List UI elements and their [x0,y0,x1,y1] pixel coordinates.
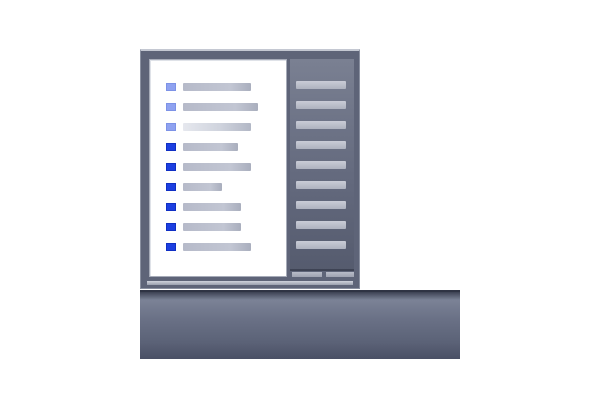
list-item-label [183,243,251,251]
power-options-button[interactable] [326,272,354,277]
places-item[interactable] [296,141,346,149]
list-item-label [183,203,241,211]
folder-icon [166,83,176,91]
folder-icon [166,103,176,111]
list-item-label [183,183,222,191]
folder-icon [166,243,176,251]
power-button[interactable] [292,272,322,277]
places-item[interactable] [296,81,346,89]
left-pane-list [149,59,287,277]
search-strip[interactable] [147,281,353,285]
folder-icon [166,203,176,211]
list-item-label [183,143,238,151]
places-item[interactable] [296,181,346,189]
places-item[interactable] [296,121,346,129]
folder-icon [166,143,176,151]
list-item-label [183,223,241,231]
places-item[interactable] [296,161,346,169]
list-item-label [183,83,251,91]
right-pane-places [290,59,354,271]
app-window [140,49,360,289]
places-item[interactable] [296,201,346,209]
taskbar [140,290,460,359]
places-item[interactable] [296,101,346,109]
places-item[interactable] [296,241,346,249]
folder-icon [166,223,176,231]
list-item-label [183,163,251,171]
list-item-label [183,103,258,111]
folder-icon [166,183,176,191]
folder-icon [166,163,176,171]
pane-divider [290,269,354,271]
folder-icon [166,123,176,131]
list-item-label [183,123,251,131]
places-item[interactable] [296,221,346,229]
